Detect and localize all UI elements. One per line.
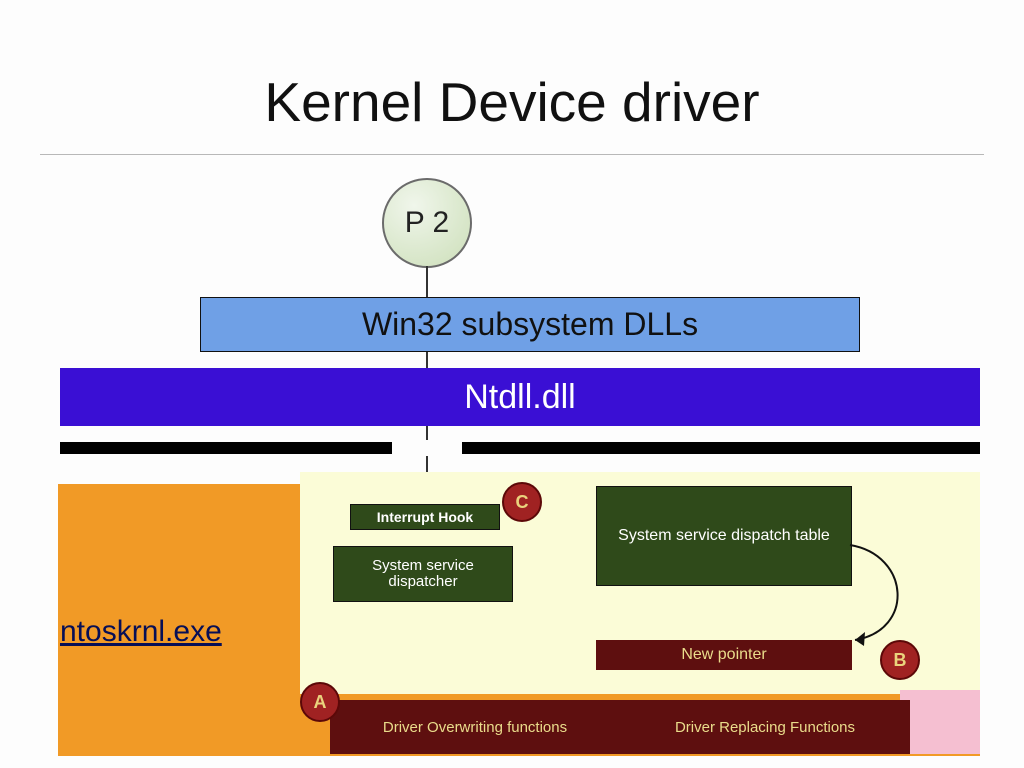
label-circle-c: C — [502, 482, 542, 522]
win32-subsystem-box: Win32 subsystem DLLs — [200, 297, 860, 352]
title-divider — [40, 154, 984, 155]
right-accent-panel — [900, 690, 980, 754]
ntoskrnl-label: ntoskrnl.exe — [60, 615, 222, 649]
slide-title: Kernel Device driver — [0, 70, 1024, 134]
system-service-dispatch-table-box: System service dispatch table — [596, 486, 852, 586]
driver-overwriting-box: Driver Overwriting functions — [330, 700, 620, 754]
process-p2-node: P 2 — [382, 178, 472, 268]
system-service-dispatcher-box: System service dispatcher — [333, 546, 513, 602]
ntdll-box: Ntdll.dll — [60, 368, 980, 426]
label-circle-a: A — [300, 682, 340, 722]
interrupt-hook-box: Interrupt Hook — [350, 504, 500, 530]
label-circle-b: B — [880, 640, 920, 680]
divider-gap — [392, 440, 462, 456]
new-pointer-box: New pointer — [596, 640, 852, 670]
driver-replacing-box: Driver Replacing Functions — [620, 700, 910, 754]
user-kernel-divider — [60, 442, 980, 454]
